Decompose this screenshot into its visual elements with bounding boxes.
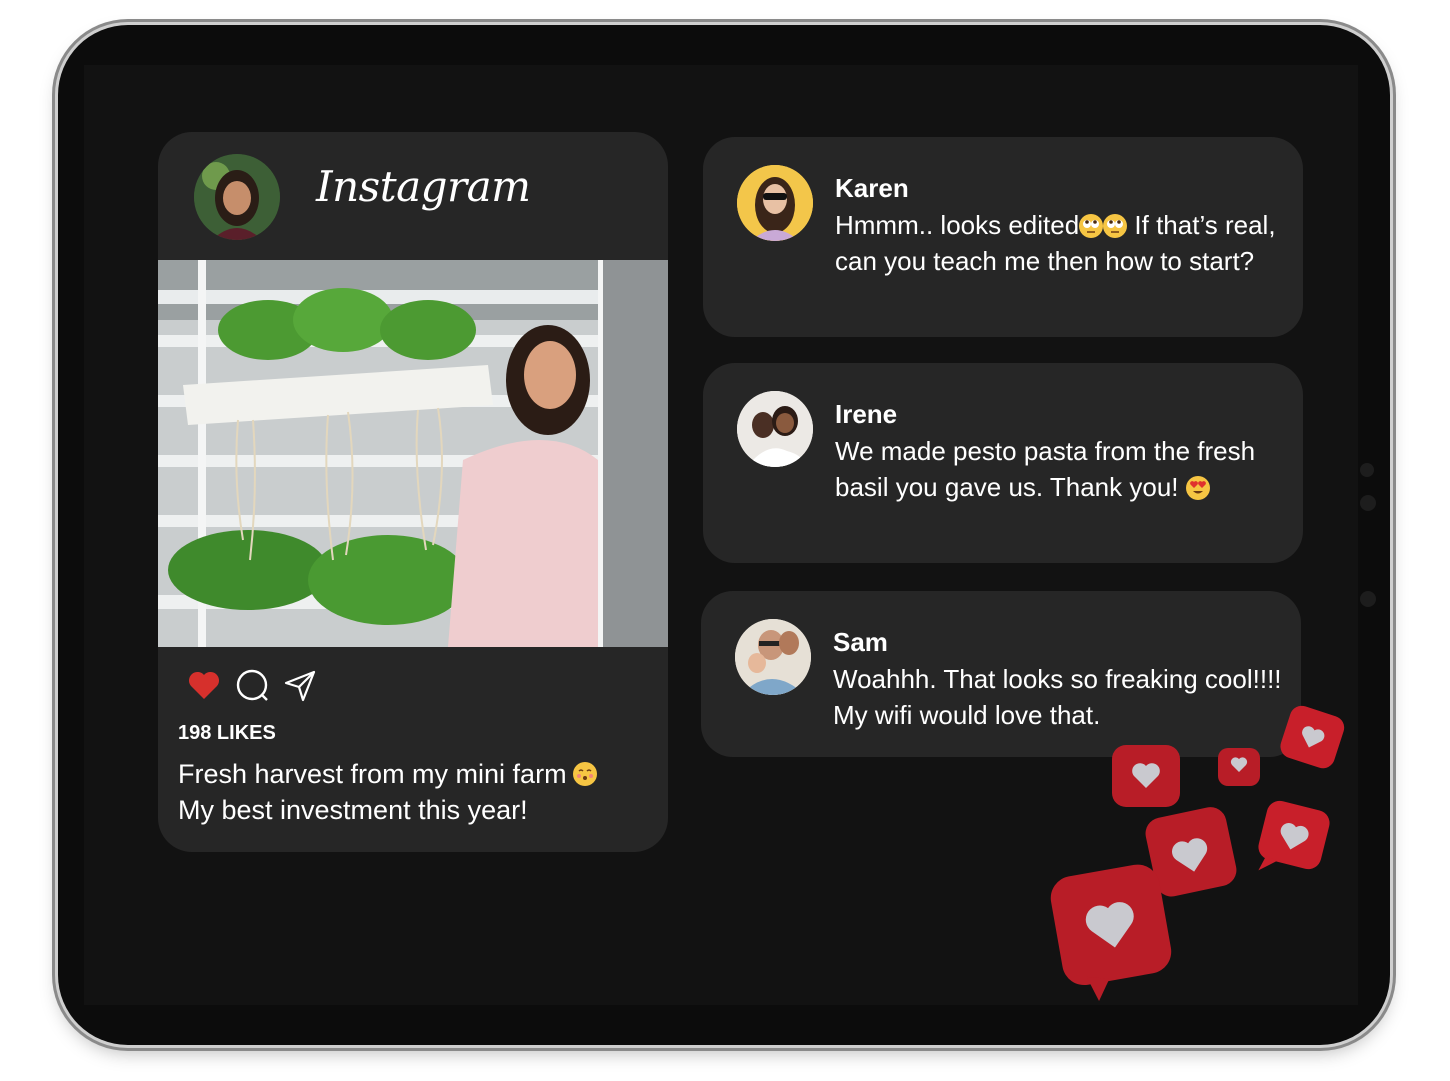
comment-text: Hmmm.. looks edited If that’s real, can …	[835, 210, 1276, 276]
heart-eyes-emoji-icon	[1185, 475, 1210, 500]
rolling-eyes-emoji-icon	[1079, 214, 1104, 238]
comment-text: We made pesto pasta from the fresh basil…	[835, 436, 1256, 502]
post-caption: Fresh harvest from my mini farm My best …	[178, 756, 648, 828]
likes-count: 198 LIKES	[178, 722, 276, 744]
caption-text: Fresh harvest from my mini farm	[178, 759, 567, 789]
comment-card: Karen Hmmm.. looks edited If that’s real…	[703, 137, 1303, 337]
rolling-eyes-emoji-icon	[1103, 214, 1128, 238]
commenter-name: Irene	[835, 399, 898, 429]
commenter-name: Karen	[835, 173, 909, 203]
camera-dot	[1360, 463, 1374, 477]
post-author-avatar[interactable]	[194, 154, 280, 240]
comment-text: Woahhh. That looks so freaking cool!!!! …	[833, 664, 1282, 730]
share-send-icon[interactable]	[282, 667, 318, 703]
post-actions	[186, 667, 318, 703]
like-heart-icon[interactable]	[186, 667, 222, 703]
kissing-face-emoji-icon	[572, 762, 597, 786]
comment-card: Sam Woahhh. That looks so freaking cool!…	[701, 591, 1301, 757]
avatar[interactable]	[737, 391, 813, 467]
comment-bubble-icon[interactable]	[234, 667, 270, 703]
comment-card: Irene We made pesto pasta from the fresh…	[703, 363, 1303, 563]
camera-dot	[1360, 591, 1376, 607]
commenter-name: Sam	[833, 627, 888, 657]
avatar[interactable]	[735, 619, 811, 695]
instagram-logo: Instagram	[316, 162, 531, 211]
instagram-post-card: Instagram 198 LIKES Fresh harvest from m…	[158, 132, 668, 852]
screen: Instagram 198 LIKES Fresh harvest from m…	[84, 65, 1358, 1005]
tablet-frame: Instagram 198 LIKES Fresh harvest from m…	[58, 25, 1390, 1045]
camera-dot	[1360, 495, 1376, 511]
post-photo[interactable]	[158, 260, 668, 647]
caption-text: My best investment this year!	[178, 795, 528, 825]
avatar[interactable]	[737, 165, 813, 241]
